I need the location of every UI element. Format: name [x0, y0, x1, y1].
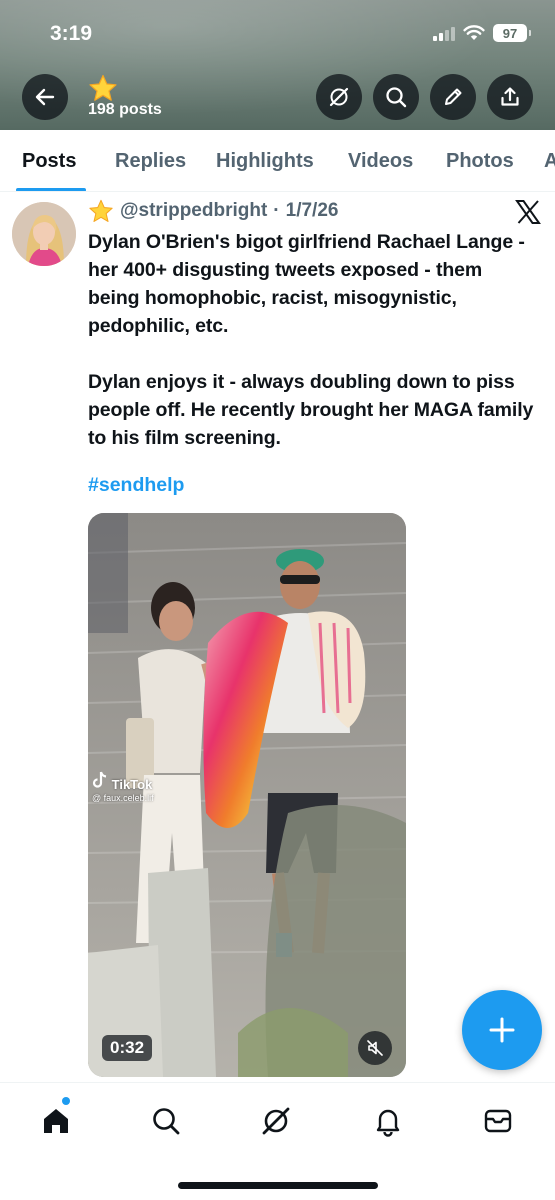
tab-posts[interactable]: Posts [22, 150, 76, 173]
star-emoji-icon [89, 199, 113, 222]
grok-icon [329, 87, 349, 107]
profile-header-banner: 3:19 97 198 posts [0, 0, 555, 130]
avatar[interactable] [12, 202, 76, 266]
battery-indicator: 97 [493, 24, 531, 42]
home-icon [44, 1109, 68, 1133]
profile-tabs: Posts Replies Highlights Videos Photos A [0, 130, 555, 192]
home-notification-dot [62, 1097, 70, 1105]
tab-photos[interactable]: Photos [446, 150, 514, 173]
bottom-navigation [0, 1082, 555, 1200]
nav-search[interactable] [146, 1101, 186, 1141]
status-icons: 97 [433, 24, 531, 42]
back-arrow-icon [35, 88, 55, 106]
nav-grok[interactable] [256, 1101, 296, 1141]
plus-icon [489, 1017, 515, 1043]
post-body: Dylan O'Brien's bigot girlfriend Rachael… [88, 228, 538, 452]
tiktok-logo-icon [92, 771, 107, 788]
compose-button[interactable] [462, 990, 542, 1070]
grok-button[interactable] [316, 74, 362, 120]
search-button[interactable] [373, 74, 419, 120]
back-button[interactable] [22, 74, 68, 120]
profile-display-name [88, 74, 118, 102]
bell-icon [376, 1109, 400, 1137]
nav-notifications[interactable] [368, 1101, 408, 1141]
search-icon [153, 1108, 180, 1135]
wifi-icon [463, 25, 485, 40]
video-duration: 0:32 [102, 1035, 153, 1061]
video-player[interactable]: TikTok @ faux.celeb.lif 0:32 [88, 513, 406, 1077]
active-tab-indicator [16, 188, 86, 191]
star-emoji-icon [89, 74, 117, 101]
grok-icon [262, 1107, 290, 1135]
avatar-image [12, 202, 76, 266]
tiktok-label: TikTok [111, 777, 153, 792]
edit-pen-icon [445, 88, 462, 105]
x-logo-icon [515, 200, 541, 224]
edit-button[interactable] [430, 74, 476, 120]
post-header: @strippedbright · 1/7/26 [88, 199, 338, 223]
share-icon [501, 87, 519, 106]
share-button[interactable] [487, 74, 533, 120]
mail-icon [484, 1109, 512, 1133]
post-paragraph-2: Dylan enjoys it - always doubling down t… [88, 371, 534, 449]
status-time: 3:19 [50, 22, 93, 45]
search-icon [386, 87, 407, 108]
tiktok-handle: @ faux.celeb.lif [92, 793, 154, 803]
tab-highlights[interactable]: Highlights [216, 150, 314, 173]
tiktok-watermark: TikTok @ faux.celeb.lif [92, 771, 154, 803]
post-paragraph-1: Dylan O'Brien's bigot girlfriend Rachael… [88, 231, 525, 337]
home-indicator [178, 1182, 378, 1189]
mute-button[interactable] [358, 1031, 392, 1065]
post-count: 198 posts [88, 101, 162, 118]
muted-speaker-icon [367, 1040, 383, 1056]
date-separator: · [273, 200, 280, 221]
hashtag-link[interactable]: #sendhelp [88, 474, 184, 497]
author-handle[interactable]: @strippedbright [120, 200, 267, 222]
post-date[interactable]: 1/7/26 [286, 200, 339, 222]
nav-home[interactable] [36, 1101, 76, 1141]
tab-videos[interactable]: Videos [348, 150, 413, 173]
tab-replies[interactable]: Replies [115, 150, 186, 173]
tab-more[interactable]: A [544, 150, 555, 173]
nav-messages[interactable] [478, 1101, 518, 1141]
cellular-signal-icon [433, 25, 455, 41]
